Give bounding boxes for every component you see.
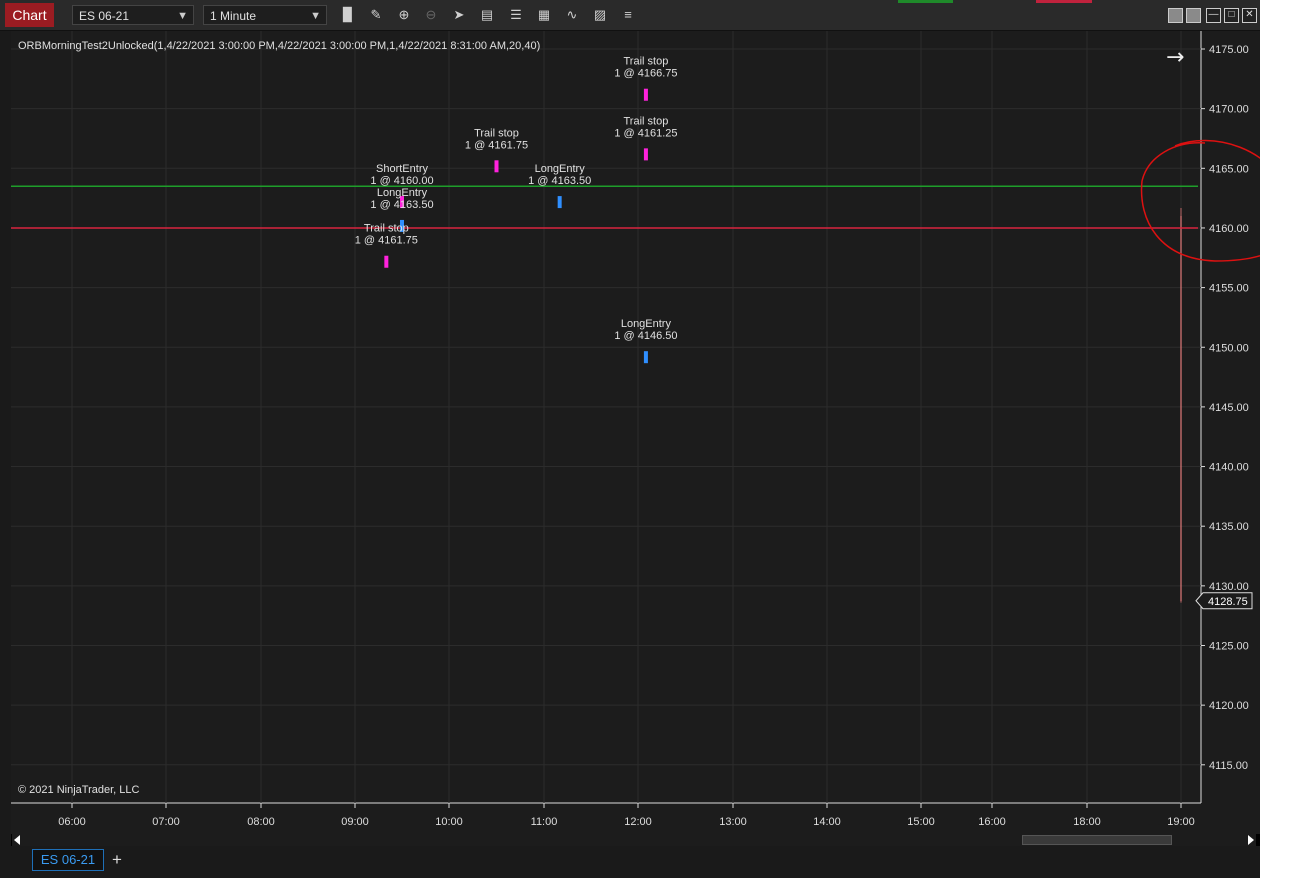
price-tick-label: 4175.00 <box>1209 44 1249 56</box>
trade-label: Trail stop <box>624 115 669 127</box>
bar-style-icon[interactable]: ▉ <box>339 6 357 24</box>
window-tile2-icon[interactable] <box>1186 8 1201 23</box>
sell-arrow-icon <box>643 148 648 161</box>
strategy-label: ORBMorningTest2Unlocked(1,4/22/2021 3:00… <box>18 40 541 52</box>
window-tile-icon[interactable] <box>1168 8 1183 23</box>
trade-label: Trail stop <box>364 223 409 235</box>
interval-value: 1 Minute <box>210 9 257 23</box>
interval-selector[interactable]: 1 Minute ▼ <box>203 5 327 25</box>
trade-fill-label: 1 @ 4166.75 <box>614 68 677 80</box>
right-margin <box>1260 0 1294 878</box>
time-tick-label: 18:00 <box>1073 816 1101 828</box>
price-tick-label: 4120.00 <box>1209 700 1249 712</box>
candle-body <box>1180 216 1182 602</box>
trade-label: Trail stop <box>474 127 519 139</box>
price-tick-label: 4145.00 <box>1209 402 1249 414</box>
zoom-in-icon[interactable]: ⊕ <box>395 6 413 24</box>
trade-fill-label: 1 @ 4163.50 <box>528 175 591 187</box>
chart-trader-icon[interactable]: ▦ <box>535 6 553 24</box>
status-strip-red <box>1036 0 1092 3</box>
price-tick-label: 4115.00 <box>1209 760 1248 772</box>
price-tick-label: 4155.00 <box>1209 283 1249 295</box>
maximize-icon[interactable]: □ <box>1224 8 1239 23</box>
window-title: Chart <box>5 3 54 27</box>
zoom-out-icon[interactable]: ⊖ <box>422 6 440 24</box>
instrument-selector[interactable]: ES 06-21 ▼ <box>72 5 194 25</box>
time-tick-label: 16:00 <box>978 816 1006 828</box>
indicators-icon[interactable]: ▨ <box>591 6 609 24</box>
sell-arrow-icon <box>643 88 648 101</box>
time-tick-label: 15:00 <box>907 816 935 828</box>
add-tab-button[interactable]: + <box>108 849 126 871</box>
buy-arrow-icon <box>557 196 562 209</box>
sell-arrow-icon <box>384 255 389 268</box>
chevron-down-icon: ▼ <box>310 10 321 22</box>
price-tick-label: 4140.00 <box>1209 462 1249 474</box>
trade-label: Trail stop <box>624 56 669 68</box>
trade-fill-label: 1 @ 4163.50 <box>370 199 433 211</box>
top-toolbar: Chart ES 06-21 ▼ 1 Minute ▼ ▉ ✎ ⊕ ⊖ ➤ ▤ … <box>0 0 1260 31</box>
current-price-label: 4128.75 <box>1208 596 1248 608</box>
time-tick-label: 07:00 <box>152 816 180 828</box>
trade-fill-label: 1 @ 4146.50 <box>614 330 677 342</box>
chevron-down-icon: ▼ <box>177 10 188 22</box>
close-icon[interactable]: ✕ <box>1242 8 1257 23</box>
drawing-objects-icon[interactable]: ≡ <box>619 6 637 24</box>
arrow-right-icon[interactable]: → <box>1166 45 1184 70</box>
candles <box>1180 207 1182 603</box>
instrument-value: ES 06-21 <box>79 9 130 23</box>
properties-icon[interactable]: ☰ <box>507 6 525 24</box>
scroll-right-icon[interactable] <box>1248 835 1254 845</box>
price-tick-label: 4150.00 <box>1209 342 1249 354</box>
trade-label: LongEntry <box>377 187 428 199</box>
trade-fill-label: 1 @ 4161.25 <box>614 127 677 139</box>
time-tick-label: 06:00 <box>58 816 86 828</box>
buy-arrow-icon <box>643 351 648 364</box>
trade-label: ShortEntry <box>376 163 428 175</box>
price-tick-label: 4160.00 <box>1209 223 1249 235</box>
time-axis <box>11 803 1201 834</box>
copyright-label: © 2021 NinjaTrader, LLC <box>18 784 140 796</box>
data-box-icon[interactable]: ▤ <box>478 6 496 24</box>
time-tick-label: 09:00 <box>341 816 369 828</box>
current-price-flag: 4128.75 <box>1195 592 1253 610</box>
strategies-icon[interactable]: ∿ <box>563 6 581 24</box>
tab-bar: ES 06-21 + <box>0 846 1260 878</box>
price-chart[interactable]: Trail stop1 @ 4166.75Trail stop1 @ 4161.… <box>0 31 1260 834</box>
trade-fill-label: 1 @ 4160.00 <box>370 175 433 187</box>
time-tick-label: 14:00 <box>813 816 841 828</box>
pointer-icon[interactable]: ➤ <box>450 6 468 24</box>
draw-tool-icon[interactable]: ✎ <box>367 6 385 24</box>
time-tick-label: 12:00 <box>624 816 652 828</box>
scroll-thumb[interactable] <box>1022 835 1172 845</box>
trade-label: LongEntry <box>621 318 672 330</box>
trade-fill-label: 1 @ 4161.75 <box>355 235 418 247</box>
price-tick-label: 4135.00 <box>1209 521 1249 533</box>
price-tick-label: 4170.00 <box>1209 104 1249 116</box>
time-tick-label: 08:00 <box>247 816 275 828</box>
time-tick-label: 13:00 <box>719 816 747 828</box>
price-tick-label: 4130.00 <box>1209 581 1249 593</box>
price-tick-label: 4125.00 <box>1209 641 1249 653</box>
scroll-left-icon[interactable] <box>14 835 20 845</box>
plot-area <box>11 31 1201 803</box>
price-axis <box>1201 31 1260 834</box>
status-strip-green <box>898 0 953 3</box>
time-tick-label: 10:00 <box>435 816 463 828</box>
price-tick-label: 4165.00 <box>1209 163 1249 175</box>
tab-es-06-21[interactable]: ES 06-21 <box>32 849 104 871</box>
horizontal-scrollbar[interactable] <box>12 834 1256 846</box>
trade-fill-label: 1 @ 4161.75 <box>465 139 528 151</box>
time-tick-label: 19:00 <box>1167 816 1195 828</box>
time-tick-label: 11:00 <box>531 816 558 828</box>
trade-label: LongEntry <box>535 163 586 175</box>
sell-arrow-icon <box>494 160 499 173</box>
minimize-icon[interactable]: — <box>1206 8 1221 23</box>
